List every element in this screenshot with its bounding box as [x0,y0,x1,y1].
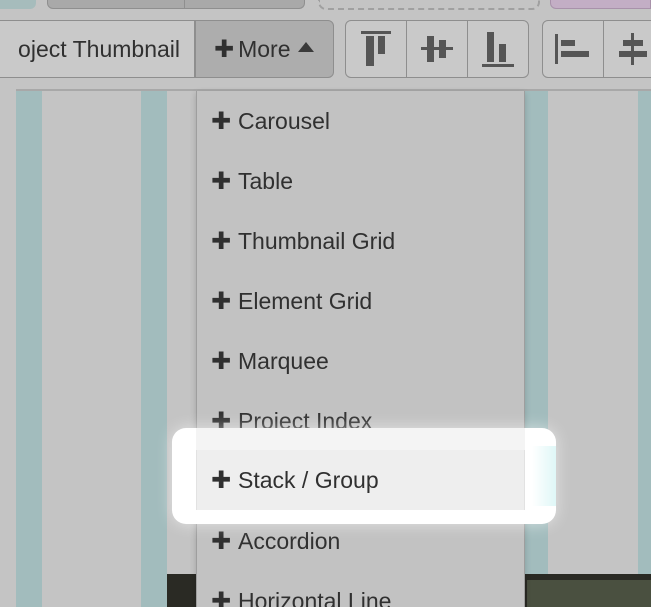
align-bottom-icon [482,32,514,67]
more-button[interactable]: ✚ More [195,20,334,78]
menu-item-label: Marquee [238,347,329,374]
menu-item-table[interactable]: ✚ Table [197,151,524,211]
align-center-icon [619,33,647,65]
menu-item-label: Thumbnail Grid [238,227,396,254]
button-label: oject Thumbnail [18,35,180,62]
button-label: More [238,35,291,62]
layout-column-guide [638,91,651,607]
align-bottom-button[interactable] [467,20,529,78]
toolbar: oject Thumbnail ✚ More [0,20,651,80]
add-project-thumbnail-button[interactable]: oject Thumbnail [0,20,195,78]
spotlight-top [196,428,525,450]
menu-item-horizontal-line[interactable]: ✚ Horizontal Line [197,571,524,607]
layout-column-guide [141,91,167,607]
align-center-button[interactable] [603,20,651,78]
align-middle-button[interactable] [406,20,468,78]
menu-item-marquee[interactable]: ✚ Marquee [197,331,524,391]
align-top-icon [361,31,391,66]
spotlight-edge [532,446,556,506]
highlight-spotlight: ✚ Stack / Group [172,428,556,524]
align-top-button[interactable] [345,20,407,78]
plus-icon: ✚ [211,107,232,135]
top-strip-button-group[interactable] [47,0,305,9]
top-strip-tab[interactable] [0,0,36,9]
plus-icon: ✚ [211,587,232,607]
divider [184,0,185,9]
top-strip-pink-tab[interactable] [550,0,651,9]
menu-item-label: Table [238,167,293,194]
menu-item-label: Stack / Group [238,466,379,493]
align-middle-icon [421,36,453,62]
menu-item-stack-group[interactable]: ✚ Stack / Group [196,450,525,510]
plus-icon: ✚ [211,227,232,255]
align-left-button[interactable] [542,20,604,78]
align-left-icon [555,34,589,64]
menu-item-label: Carousel [238,107,331,134]
layout-column-guide [522,91,548,607]
menu-item-thumbnail-grid[interactable]: ✚ Thumbnail Grid [197,211,524,271]
plus-icon: ✚ [211,466,232,494]
plus-icon: ✚ [211,347,232,375]
plus-icon: ✚ [214,35,235,63]
app-canvas: oject Thumbnail ✚ More ✚ Carousel ✚ Tabl… [0,0,651,607]
plus-icon: ✚ [211,287,232,315]
plus-icon: ✚ [211,167,232,195]
plus-icon: ✚ [211,527,232,555]
menu-item-label: Element Grid [238,287,373,314]
top-strip-dropzone[interactable] [318,0,540,10]
caret-up-icon [297,42,314,52]
menu-item-carousel[interactable]: ✚ Carousel [197,91,524,151]
menu-item-label: Accordion [238,527,341,554]
menu-item-element-grid[interactable]: ✚ Element Grid [197,271,524,331]
layout-column-guide [16,91,42,607]
more-dropdown-menu: ✚ Carousel ✚ Table ✚ Thumbnail Grid ✚ El… [196,91,525,607]
menu-item-label: Horizontal Line [238,587,392,607]
